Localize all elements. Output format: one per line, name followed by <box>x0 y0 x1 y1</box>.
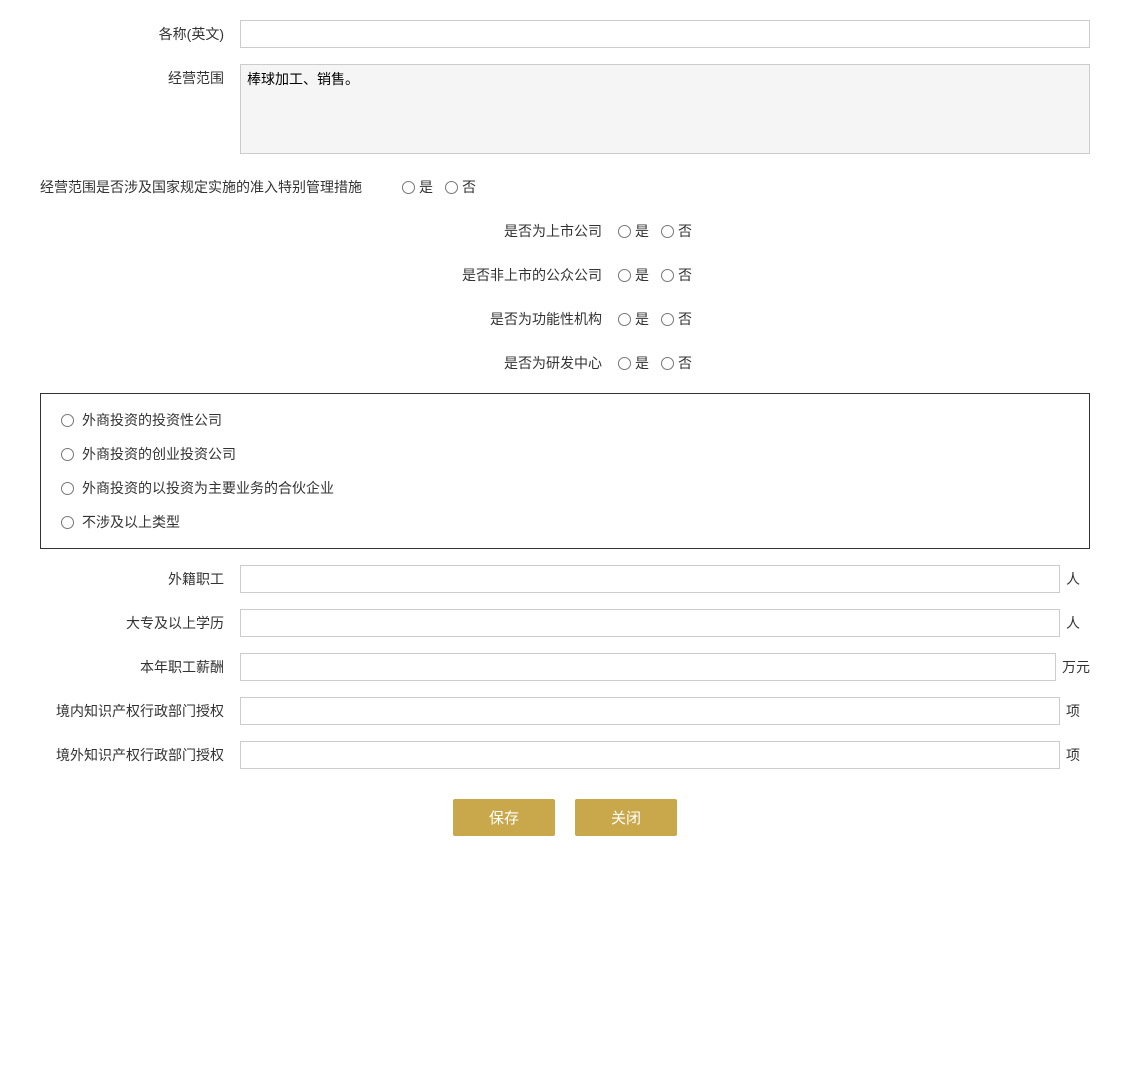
partnership-radio[interactable] <box>61 482 74 495</box>
domestic-ip-input[interactable] <box>240 697 1060 725</box>
investment-company-radio[interactable] <box>61 414 74 427</box>
special-management-no-label[interactable]: 否 <box>445 173 476 201</box>
functional-no-radio[interactable] <box>661 313 674 326</box>
foreign-ip-control: 项 <box>240 741 1090 769</box>
not-applicable-radio[interactable] <box>61 516 74 529</box>
special-management-yes-radio[interactable] <box>402 181 415 194</box>
business-scope-label: 经营范围 <box>40 64 240 92</box>
name-en-control <box>240 20 1090 48</box>
functional-yes-label[interactable]: 是 <box>618 305 649 333</box>
education-unit: 人 <box>1066 613 1090 633</box>
non-listed-yes-radio[interactable] <box>618 269 631 282</box>
non-listed-public-label: 是否非上市的公众公司 <box>438 265 618 285</box>
investment-company-label: 外商投资的投资性公司 <box>82 410 222 430</box>
domestic-ip-label: 境内知识产权行政部门授权 <box>40 697 240 725</box>
salary-label: 本年职工薪酬 <box>40 653 240 681</box>
domestic-ip-control: 项 <box>240 697 1090 725</box>
rd-center-yes-label[interactable]: 是 <box>618 349 649 377</box>
business-scope-control: 棒球加工、销售。 <box>240 64 1090 157</box>
business-scope-textarea[interactable]: 棒球加工、销售。 <box>240 64 1090 154</box>
investment-type-box: 外商投资的投资性公司 外商投资的创业投资公司 外商投资的以投资为主要业务的合伙企… <box>40 393 1090 549</box>
education-input[interactable] <box>240 609 1060 637</box>
rd-center-no-radio[interactable] <box>661 357 674 370</box>
investment-company-item[interactable]: 外商投资的投资性公司 <box>61 410 1069 430</box>
special-management-label: 经营范围是否涉及国家规定实施的准入特别管理措施 <box>40 177 378 197</box>
special-management-no-radio[interactable] <box>445 181 458 194</box>
foreign-staff-unit: 人 <box>1066 569 1090 589</box>
listed-company-no-radio[interactable] <box>661 225 674 238</box>
partnership-item[interactable]: 外商投资的以投资为主要业务的合伙企业 <box>61 478 1069 498</box>
close-button[interactable]: 关闭 <box>575 799 677 836</box>
button-row: 保存 关闭 <box>40 799 1090 856</box>
foreign-ip-input[interactable] <box>240 741 1060 769</box>
not-applicable-item[interactable]: 不涉及以上类型 <box>61 512 1069 532</box>
salary-control: 万元 <box>240 653 1090 681</box>
functional-no-label[interactable]: 否 <box>661 305 692 333</box>
listed-company-yes-radio[interactable] <box>618 225 631 238</box>
venture-capital-label: 外商投资的创业投资公司 <box>82 444 236 464</box>
foreign-staff-control: 人 <box>240 565 1090 593</box>
functional-yes-radio[interactable] <box>618 313 631 326</box>
domestic-ip-unit: 项 <box>1066 701 1090 721</box>
special-management-yes-label[interactable]: 是 <box>402 173 433 201</box>
education-control: 人 <box>240 609 1090 637</box>
foreign-ip-unit: 项 <box>1066 745 1090 765</box>
non-listed-yes-label[interactable]: 是 <box>618 261 649 289</box>
education-label: 大专及以上学历 <box>40 609 240 637</box>
foreign-staff-label: 外籍职工 <box>40 565 240 593</box>
venture-capital-item[interactable]: 外商投资的创业投资公司 <box>61 444 1069 464</box>
rd-center-label: 是否为研发中心 <box>438 353 618 373</box>
salary-unit: 万元 <box>1062 657 1090 677</box>
venture-capital-radio[interactable] <box>61 448 74 461</box>
name-en-input[interactable] <box>240 20 1090 48</box>
not-applicable-label: 不涉及以上类型 <box>82 512 180 532</box>
foreign-staff-input[interactable] <box>240 565 1060 593</box>
salary-input[interactable] <box>240 653 1056 681</box>
listed-company-no-label[interactable]: 否 <box>661 217 692 245</box>
save-button[interactable]: 保存 <box>453 799 555 836</box>
listed-company-label: 是否为上市公司 <box>438 221 618 241</box>
foreign-ip-label: 境外知识产权行政部门授权 <box>40 741 240 769</box>
partnership-label: 外商投资的以投资为主要业务的合伙企业 <box>82 478 334 498</box>
name-en-label: 各称(英文) <box>40 20 240 48</box>
rd-center-no-label[interactable]: 否 <box>661 349 692 377</box>
rd-center-yes-radio[interactable] <box>618 357 631 370</box>
functional-institution-label: 是否为功能性机构 <box>438 309 618 329</box>
listed-company-yes-label[interactable]: 是 <box>618 217 649 245</box>
non-listed-no-label[interactable]: 否 <box>661 261 692 289</box>
non-listed-no-radio[interactable] <box>661 269 674 282</box>
